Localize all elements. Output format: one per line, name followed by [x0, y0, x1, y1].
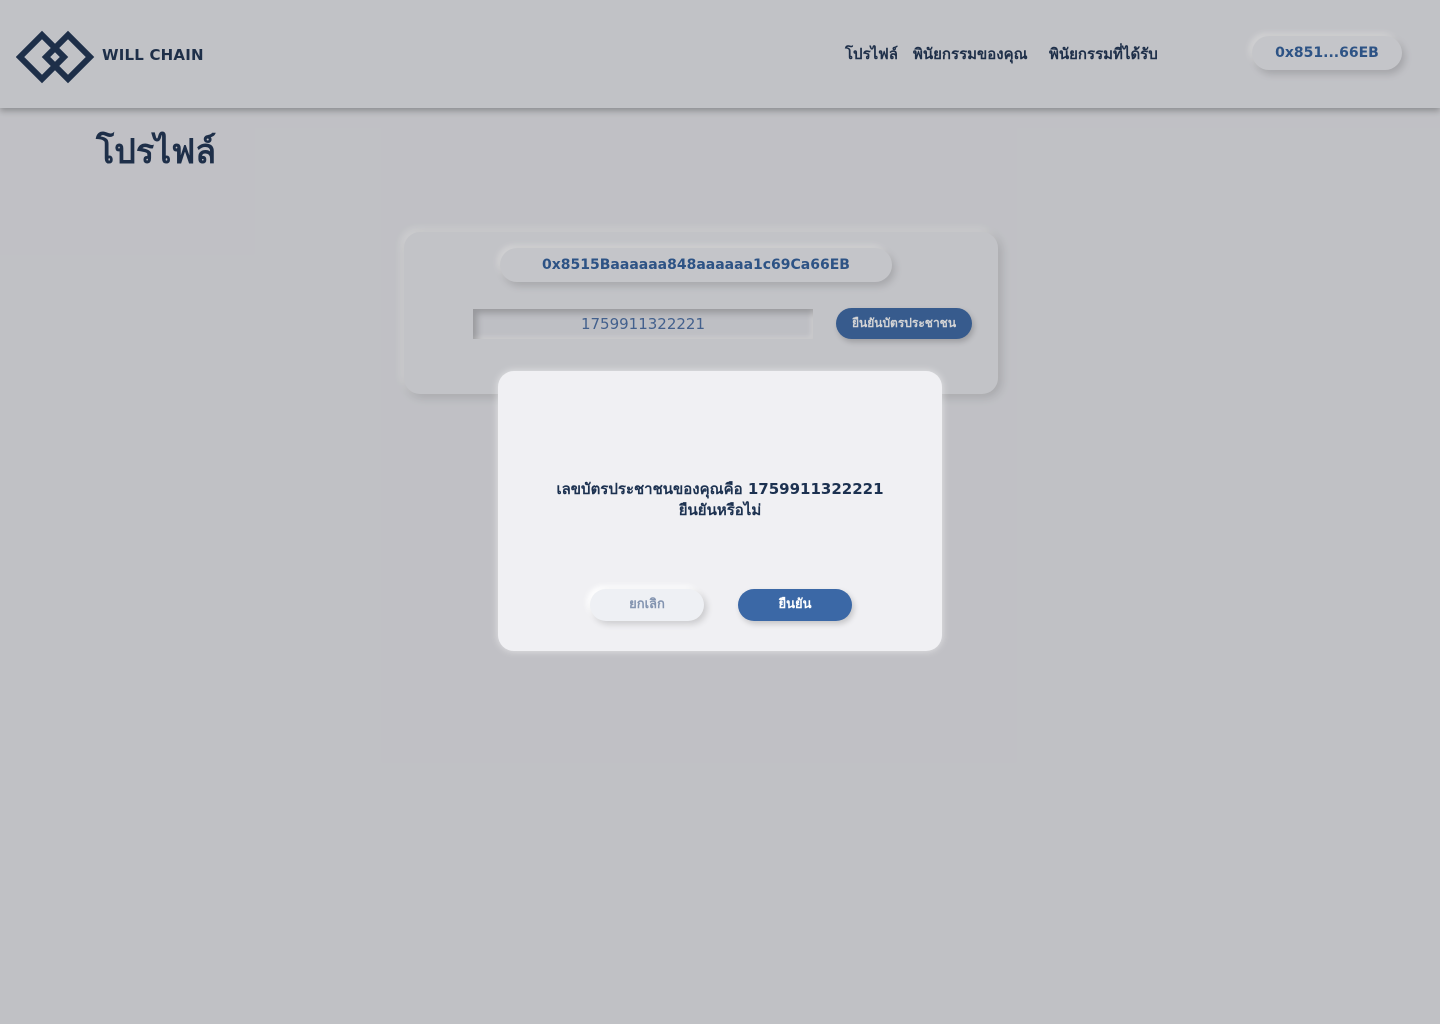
confirm-button[interactable]: ยืนยัน	[738, 589, 852, 621]
cancel-button[interactable]: ยกเลิก	[590, 589, 704, 621]
dialog-message-line2: ยืนยันหรือไม่	[678, 501, 762, 519]
confirm-dialog: เลขบัตรประชาชนของคุณคือ 1759911322221 ยื…	[498, 371, 942, 651]
dialog-message-line1: เลขบัตรประชาชนของคุณคือ 1759911322221	[556, 480, 884, 498]
dialog-message: เลขบัตรประชาชนของคุณคือ 1759911322221 ยื…	[498, 479, 942, 521]
